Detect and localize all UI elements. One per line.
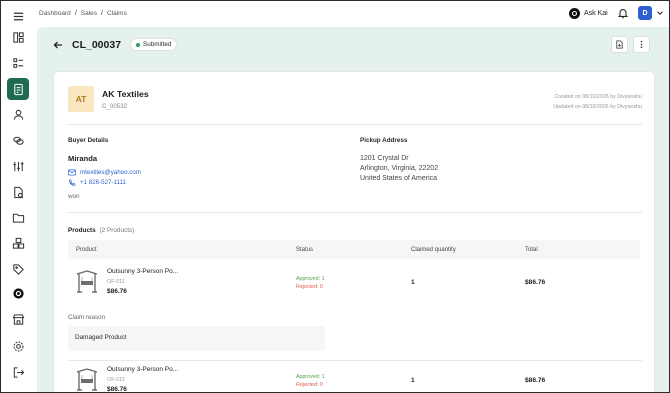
pickup-address: 1201 Crystal Dr Arlington, Virginia, 222… bbox=[360, 154, 438, 184]
sliders-icon[interactable] bbox=[7, 155, 29, 177]
products-heading: Products (2 Products) bbox=[68, 227, 134, 234]
claimed-quantity: 1 bbox=[411, 377, 415, 384]
table-row[interactable]: Outsunny 3-Person Po... OF-011 $86.76 Ap… bbox=[68, 362, 640, 393]
claim-header: CL_00037 Submitted bbox=[53, 38, 178, 51]
buyer-phone[interactable]: +1 826-527-1111 bbox=[68, 179, 126, 186]
store-icon[interactable] bbox=[7, 308, 29, 330]
breadcrumb-sales[interactable]: Sales bbox=[81, 10, 97, 17]
approved-count: Approved: 1 bbox=[296, 276, 325, 282]
breadcrumb-claims: Claims bbox=[106, 10, 127, 17]
product-image bbox=[76, 270, 98, 293]
divider bbox=[68, 360, 642, 361]
divider bbox=[68, 212, 642, 213]
status-dot bbox=[136, 42, 141, 47]
col-claimed-quantity: Claimed quantity bbox=[411, 247, 456, 253]
ask-kai-button[interactable]: Ask Kai bbox=[569, 8, 608, 19]
row-total: $86.76 bbox=[525, 279, 546, 286]
top-bar: Dashboard / Sales / Claims Ask Kai D bbox=[37, 1, 669, 27]
claim-reason-box: Damaged Product bbox=[68, 326, 325, 351]
breadcrumb: Dashboard / Sales / Claims bbox=[39, 10, 127, 17]
col-total: Total bbox=[525, 247, 538, 253]
product-price: $86.76 bbox=[107, 288, 127, 295]
table-row[interactable]: Outsunny 3-Person Po... OF-011 $86.76 Ap… bbox=[68, 264, 640, 302]
audit-info: Created on 08/10/2026 by Divyanshu Updat… bbox=[553, 92, 642, 112]
mail-icon bbox=[68, 169, 76, 176]
created-on: Created on 08/10/2026 by Divyanshu bbox=[554, 94, 642, 100]
file-download-icon bbox=[616, 40, 623, 49]
bell-icon[interactable] bbox=[617, 7, 629, 19]
products-title: Products bbox=[68, 227, 96, 234]
address-line-3: United States of America bbox=[360, 175, 438, 182]
list-icon[interactable] bbox=[7, 52, 29, 74]
more-options-button[interactable] bbox=[633, 36, 650, 53]
claim-id: CL_00037 bbox=[72, 38, 122, 51]
products-table-header: Product Status Claimed quantity Total bbox=[68, 240, 640, 259]
file-settings-icon[interactable] bbox=[7, 181, 29, 203]
row-total: $86.76 bbox=[525, 377, 546, 384]
tag-icon[interactable] bbox=[7, 258, 29, 280]
phone-icon bbox=[69, 179, 76, 186]
divider bbox=[68, 124, 642, 125]
buyer-note: won bbox=[68, 193, 80, 200]
buyer-email[interactable]: mtextiles@yahoo.com bbox=[68, 169, 141, 176]
breadcrumb-dashboard[interactable]: Dashboard bbox=[39, 10, 71, 17]
buyer-email-text: mtextiles@yahoo.com bbox=[80, 169, 141, 176]
download-pdf-button[interactable] bbox=[611, 36, 628, 53]
more-vertical-icon bbox=[640, 40, 643, 49]
product-name[interactable]: Outsunny 3-Person Po... bbox=[107, 366, 178, 373]
coins-icon[interactable] bbox=[7, 129, 29, 151]
ask-kai-label: Ask Kai bbox=[584, 10, 608, 17]
address-line-1: 1201 Crystal Dr bbox=[360, 155, 409, 162]
logout-icon[interactable] bbox=[7, 361, 29, 383]
buyer-details-label: Buyer Details bbox=[68, 137, 109, 144]
product-sku: OF-011 bbox=[107, 279, 125, 285]
gear-icon[interactable] bbox=[7, 335, 29, 357]
buyer-phone-text: +1 826-527-1111 bbox=[80, 179, 126, 186]
dashboard-icon[interactable] bbox=[7, 26, 29, 48]
breadcrumb-separator: / bbox=[101, 10, 103, 17]
claim-card: AT AK Textiles C_00532 Created on 08/10/… bbox=[53, 71, 655, 393]
status-badge: Submitted bbox=[130, 38, 178, 51]
breadcrumb-separator: / bbox=[74, 10, 77, 17]
status-label: Submitted bbox=[143, 41, 172, 48]
pickup-address-label: Pickup Address bbox=[360, 137, 408, 144]
product-name[interactable]: Outsunny 3-Person Po... bbox=[107, 268, 178, 275]
sidebar bbox=[1, 1, 37, 392]
product-price: $86.76 bbox=[107, 386, 127, 393]
claimed-quantity: 1 bbox=[411, 279, 415, 286]
menu-icon[interactable] bbox=[7, 5, 29, 27]
avatar[interactable]: D bbox=[638, 6, 652, 20]
col-status: Status bbox=[296, 247, 314, 253]
address-line-2: Arlington, Virginia, 22202 bbox=[360, 165, 439, 172]
buyer-name: Miranda bbox=[68, 154, 98, 163]
kai-icon[interactable] bbox=[7, 282, 29, 304]
company-avatar: AT bbox=[68, 86, 94, 112]
app-window: Dashboard / Sales / Claims Ask Kai D CL_… bbox=[0, 0, 670, 393]
col-product: Product bbox=[76, 247, 97, 253]
company-name: AK Textiles bbox=[102, 89, 149, 99]
products-count: (2 Products) bbox=[99, 227, 135, 234]
claim-reason-label: Claim reason bbox=[68, 314, 106, 321]
company-code: C_00532 bbox=[102, 103, 128, 110]
rejected-count: Rejected: 0 bbox=[296, 284, 323, 290]
chevron-down-icon[interactable] bbox=[656, 9, 664, 17]
back-arrow-icon[interactable] bbox=[53, 40, 63, 50]
approved-count: Approved: 1 bbox=[296, 374, 325, 380]
boxes-icon[interactable] bbox=[7, 232, 29, 254]
user-icon[interactable] bbox=[7, 103, 29, 125]
kai-logo-icon bbox=[569, 8, 580, 19]
document-icon[interactable] bbox=[7, 78, 29, 100]
product-sku: OF-011 bbox=[107, 377, 125, 383]
product-image bbox=[76, 368, 98, 391]
rejected-count: Rejected: 0 bbox=[296, 382, 323, 388]
updated-on: Updated on 08/10/2026 by Divyanshu bbox=[553, 104, 642, 110]
folder-icon[interactable] bbox=[7, 206, 29, 228]
main-content: CL_00037 Submitted AT AK Textiles C_0053… bbox=[37, 27, 669, 392]
